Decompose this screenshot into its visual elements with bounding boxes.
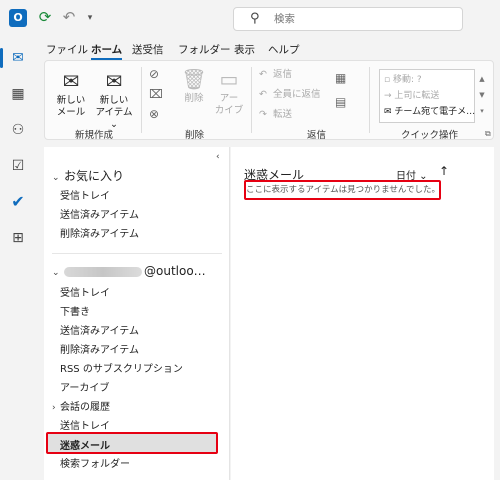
group-label-respond: 返信	[307, 130, 327, 141]
account-header[interactable]: ⌄ @outloo…	[52, 264, 206, 278]
tab-file[interactable]: ファイル	[46, 42, 88, 60]
reply-icon: ↶	[259, 69, 267, 80]
new-item-icon: ✉	[105, 69, 123, 93]
junk-icon[interactable]: ⊗	[149, 107, 159, 121]
archive-button[interactable]: ▭ アー カイブ	[213, 67, 245, 117]
folder-sent-items[interactable]: 送信済みアイテム	[60, 324, 139, 340]
mail-icon[interactable]: ✉	[0, 44, 32, 72]
quick-step-move[interactable]: ▫ 移動: ?	[384, 73, 422, 87]
search-icon: ⚲	[250, 11, 260, 26]
ribbon: ✉ 新しい メール ✉ 新しい アイテム ⌄ 新規作成 ⊘ ⌧ ⊗ 🗑 削除 ▭…	[44, 60, 494, 141]
favorite-inbox[interactable]: 受信トレイ	[60, 189, 110, 205]
folder-search-folders[interactable]: 検索フォルダー	[60, 457, 130, 473]
message-list: 迷惑メール 日付 ⌄ ↑ ここに表示するアイテムは見つかりませんでした。	[231, 147, 494, 480]
new-mail-button[interactable]: ✉ 新しい メール	[51, 69, 91, 119]
group-label-delete: 削除	[185, 130, 205, 141]
folder-junk-email[interactable]: 迷惑メール	[60, 437, 110, 452]
team-email-icon: ✉	[384, 107, 395, 117]
search-input[interactable]	[274, 13, 444, 25]
favorite-sent-items[interactable]: 送信済みアイテム	[60, 208, 139, 224]
quick-step-team-email[interactable]: ✉ チーム宛て電子メ…	[384, 105, 475, 119]
ribbon-tabs: ファイル ホーム 送受信 フォルダー 表示 ヘルプ	[36, 38, 500, 60]
favorite-deleted-items[interactable]: 削除済みアイテム	[60, 227, 139, 243]
cleanup-icon[interactable]: ⌧	[149, 87, 163, 101]
tab-home[interactable]: ホーム	[91, 42, 123, 60]
account-name-blurred	[64, 266, 142, 277]
empty-list-message: ここに表示するアイテムは見つかりませんでした。	[244, 180, 441, 200]
title-bar: O ⟳ ↶ ▾ ⚲	[0, 0, 500, 38]
folder-rss-subscriptions[interactable]: RSS のサブスクリプション	[60, 362, 183, 378]
tab-help[interactable]: ヘルプ	[268, 42, 300, 60]
more-respond-icon[interactable]: ▤	[335, 95, 346, 109]
people-icon[interactable]: ⚇	[4, 116, 32, 144]
tab-send-receive[interactable]: 送受信	[132, 42, 164, 60]
folder-deleted-items[interactable]: 削除済みアイテム	[60, 343, 139, 359]
archive-icon: ▭	[219, 67, 239, 91]
group-label-quick-steps: クイック操作	[401, 130, 459, 141]
ignore-icon[interactable]: ⊘	[149, 67, 159, 81]
quick-steps-gallery: ▫ 移動: ? → 上司に転送 ✉ チーム宛て電子メ…	[379, 69, 475, 123]
chevron-down-icon: ⌄	[52, 173, 60, 183]
tasks-icon[interactable]: ☑	[4, 152, 32, 180]
folder-drafts[interactable]: 下書き	[60, 305, 90, 321]
quick-steps-scroll[interactable]: ▲ ▼ ▾	[477, 71, 487, 121]
folder-pane: ‹ ⌄ お気に入り 受信トレイ 送信済みアイテム 削除済みアイテム ⌄ @outlo…	[44, 147, 230, 480]
outlook-app-icon: O	[9, 9, 27, 27]
forward-manager-icon: →	[384, 91, 395, 101]
customize-toolbar-chevron-icon[interactable]: ▾	[84, 9, 96, 27]
group-label-new: 新規作成	[75, 130, 114, 141]
dialog-launcher-icon[interactable]: ⧉	[485, 129, 491, 139]
app-rail: ✉ ▦ ⚇ ☑ ✔ ⊞	[0, 38, 36, 480]
tab-folder[interactable]: フォルダー	[178, 42, 231, 60]
folder-inbox[interactable]: 受信トレイ	[60, 286, 110, 302]
new-mail-icon: ✉	[62, 69, 80, 93]
todo-icon[interactable]: ✔	[4, 188, 32, 216]
chevron-down-icon: ⌄	[52, 268, 60, 278]
forward-button[interactable]: ↷ 転送	[259, 107, 292, 123]
send-receive-all-icon[interactable]: ⟳	[36, 8, 54, 26]
calendar-icon[interactable]: ▦	[4, 80, 32, 108]
folder-conversation-history[interactable]: › 会話の履歴	[52, 400, 110, 416]
forward-icon: ↷	[259, 109, 267, 120]
reply-all-icon: ↶	[259, 89, 267, 100]
sort-direction-icon[interactable]: ↑	[439, 164, 449, 178]
tab-view[interactable]: 表示	[234, 42, 255, 60]
folder-archive[interactable]: アーカイブ	[60, 381, 109, 397]
reply-all-button[interactable]: ↶ 全員に返信	[259, 87, 321, 103]
chevron-right-icon: ›	[52, 403, 56, 413]
favorites-header[interactable]: ⌄ お気に入り	[52, 167, 124, 184]
reply-button[interactable]: ↶ 返信	[259, 67, 292, 83]
collapse-pane-chevron-icon[interactable]: ‹	[216, 152, 220, 162]
apps-icon[interactable]: ⊞	[4, 224, 32, 252]
undo-icon[interactable]: ↶	[60, 8, 78, 26]
new-item-button[interactable]: ✉ 新しい アイテム ⌄	[91, 69, 137, 131]
move-icon: ▫	[384, 75, 393, 85]
search-box[interactable]: ⚲	[233, 7, 463, 31]
trash-icon: 🗑	[181, 67, 207, 91]
quick-step-to-manager[interactable]: → 上司に転送	[384, 89, 439, 103]
meeting-icon[interactable]: ▦	[335, 71, 346, 85]
delete-button[interactable]: 🗑 削除	[179, 67, 209, 105]
